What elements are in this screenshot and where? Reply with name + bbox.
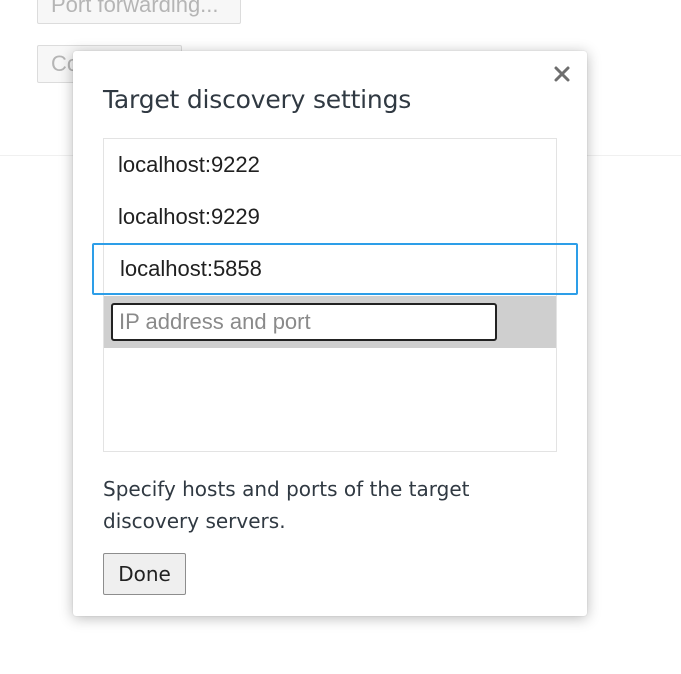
ip-address-input[interactable] [111, 303, 497, 341]
close-icon [554, 66, 570, 82]
dialog-title: Target discovery settings [103, 85, 412, 114]
close-button[interactable] [551, 63, 573, 85]
port-forwarding-button[interactable]: Port forwarding... [37, 0, 241, 24]
target-list: localhost:9222 localhost:9229 localhost:… [92, 138, 578, 452]
target-item-5858[interactable]: localhost:5858 [92, 243, 578, 295]
target-item-9222[interactable]: localhost:9222 [104, 139, 556, 191]
target-discovery-dialog: Target discovery settings localhost:9222… [73, 51, 587, 616]
done-button[interactable]: Done [103, 553, 186, 595]
target-item-9229[interactable]: localhost:9229 [104, 191, 556, 243]
new-target-row [104, 296, 556, 348]
help-text: Specify hosts and ports of the target di… [103, 477, 470, 533]
